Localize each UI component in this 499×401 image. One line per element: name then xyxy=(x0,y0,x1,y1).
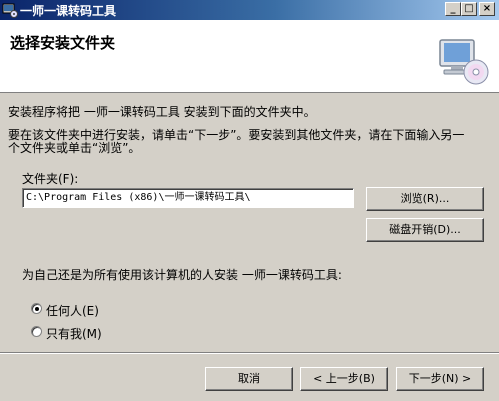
next-button[interactable]: 下一步(N) > xyxy=(396,367,484,391)
footer-divider xyxy=(0,352,499,354)
radio-everyone-label[interactable]: 任何人(E) xyxy=(46,302,99,319)
cancel-button[interactable]: 取消 xyxy=(205,367,293,391)
page-title: 选择安装文件夹 xyxy=(10,34,116,52)
maximize-button[interactable]: □ xyxy=(461,2,477,16)
folder-label: 文件夹(F): xyxy=(22,172,79,186)
disk-cost-button[interactable]: 磁盘开销(D)... xyxy=(366,218,484,242)
installer-app-icon xyxy=(2,3,18,18)
wizard-header: 选择安装文件夹 xyxy=(0,20,499,93)
folder-path-input[interactable]: C:\Program Files (x86)\一师一课转码工具\ xyxy=(22,188,354,208)
back-button[interactable]: < 上一步(B) xyxy=(300,367,388,391)
radio-just-me-label[interactable]: 只有我(M) xyxy=(46,325,102,342)
instruction-text-line2: 个文件夹或单击“浏览”。 xyxy=(8,141,141,155)
intro-text: 安装程序将把 一师一课转码工具 安装到下面的文件夹中。 xyxy=(8,105,316,119)
radio-selected-dot xyxy=(35,307,39,311)
computer-cd-icon xyxy=(439,39,489,85)
window-title: 一师一课转码工具 xyxy=(20,4,117,18)
browse-button[interactable]: 浏览(R)... xyxy=(366,187,484,211)
install-for-question: 为自己还是为所有使用该计算机的人安装 一师一课转码工具: xyxy=(22,268,342,282)
radio-everyone[interactable] xyxy=(31,303,42,314)
minimize-button[interactable]: _ xyxy=(445,2,461,16)
close-button[interactable]: × xyxy=(479,2,495,16)
title-bar: 一师一课转码工具 _ □ × xyxy=(0,0,499,20)
radio-just-me[interactable] xyxy=(31,326,42,337)
